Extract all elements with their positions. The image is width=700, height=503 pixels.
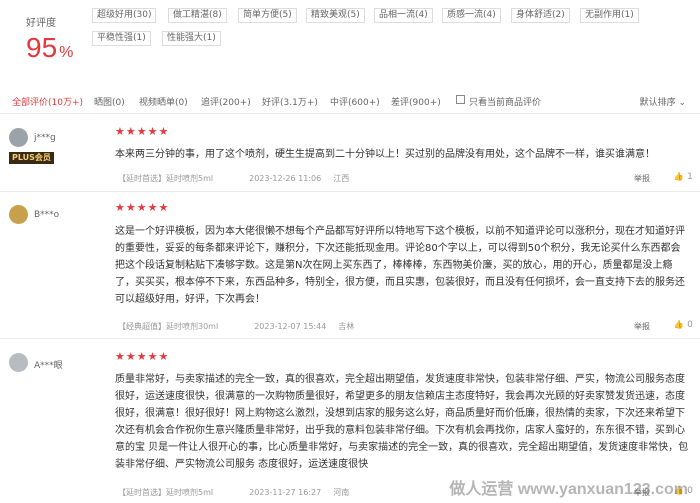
review-filter-bar: 全部评价(10万+) 晒图(0) 视频晒单(0) 追评(200+) 好评(3.1… bbox=[0, 90, 700, 114]
review-item: B***o ★★★★★ 这是一个好评模板，因为本大佬很懒不想每个产品都写好评所以… bbox=[0, 193, 700, 339]
watermark: 做人运营 www.yanxuan123.com bbox=[449, 481, 688, 498]
tag-chip[interactable]: 简单方便(5) bbox=[238, 8, 297, 23]
product-spec: 延时喷剂30ml bbox=[166, 322, 219, 331]
review-time: 2023-12-07 15:44 bbox=[254, 322, 327, 331]
tag-chip[interactable]: 品相一流(4) bbox=[374, 8, 433, 23]
report-link[interactable]: 举报 bbox=[634, 173, 650, 184]
review-content: 这是一个好评模板，因为本大佬很懒不想每个产品都写好评所以特地写下这个模板，以前不… bbox=[115, 226, 685, 305]
tag-chip[interactable]: 无副作用(1) bbox=[580, 8, 639, 23]
avatar[interactable] bbox=[9, 128, 28, 147]
avatar[interactable] bbox=[9, 353, 28, 372]
product-spec: 延时喷剂5ml bbox=[166, 174, 214, 183]
only-current-label[interactable]: 只看当前商品评价 bbox=[469, 95, 541, 108]
star-rating: ★★★★★ bbox=[115, 350, 170, 363]
product-tag: 【延时首选】 bbox=[118, 174, 166, 183]
product-tag: 【经典超值】 bbox=[118, 322, 166, 331]
review-time: 2023-12-26 11:06 bbox=[249, 174, 322, 183]
like-button[interactable]: 👍 0 bbox=[673, 320, 693, 330]
sort-dropdown[interactable]: 默认排序 ⌄ bbox=[640, 95, 686, 108]
filter-videos[interactable]: 视频晒单(0) bbox=[139, 95, 188, 108]
chevron-down-icon: ⌄ bbox=[678, 98, 686, 108]
plus-member-badge: PLUS会员 bbox=[9, 152, 54, 164]
tag-chip[interactable]: 超级好用(30) bbox=[92, 8, 157, 23]
filter-photos[interactable]: 晒图(0) bbox=[94, 95, 125, 108]
rating-value: 95% bbox=[26, 32, 74, 63]
review-meta: 【经典超值】延时喷剂30ml 2023-12-07 15:44 吉林 bbox=[118, 321, 366, 332]
product-tag: 【延时首选】 bbox=[118, 488, 166, 497]
tag-chip[interactable]: 性能强大(1) bbox=[162, 31, 221, 46]
review-item: j***g PLUS会员 ★★★★★ 本来两三分钟的事，用了这个喷剂，硬生生提高… bbox=[0, 115, 700, 192]
review-content: 质量非常好，与卖家描述的完全一致，真的很喜欢，完全超出期望值，发货速度非常快，包… bbox=[115, 374, 689, 470]
thumbs-up-icon: 👍 bbox=[673, 172, 684, 182]
tag-chip[interactable]: 做工精湛(8) bbox=[168, 8, 227, 23]
product-spec: 延时喷剂5ml bbox=[166, 488, 214, 497]
filter-neutral[interactable]: 中评(600+) bbox=[330, 95, 380, 108]
rating-label: 好评度 bbox=[26, 18, 56, 29]
filter-all[interactable]: 全部评价(10万+) bbox=[12, 95, 83, 108]
tag-chip[interactable]: 精致美观(5) bbox=[306, 8, 365, 23]
tag-chip[interactable]: 平稳性强(1) bbox=[92, 31, 151, 46]
username[interactable]: B***o bbox=[34, 210, 59, 220]
filter-positive[interactable]: 好评(3.1万+) bbox=[262, 95, 318, 108]
filter-negative[interactable]: 差评(900+) bbox=[391, 95, 441, 108]
username[interactable]: j***g bbox=[34, 133, 56, 143]
review-meta: 【延时首选】延时喷剂5ml 2023-12-26 11:06 江西 bbox=[118, 173, 361, 184]
rating-summary: 好评度 95% 超级好用(30) 做工精湛(8) 简单方便(5) 精致美观(5)… bbox=[0, 0, 700, 80]
tag-chip[interactable]: 质感一流(4) bbox=[442, 8, 501, 23]
review-location: 河南 bbox=[333, 488, 350, 497]
only-current-checkbox[interactable] bbox=[456, 95, 465, 104]
thumbs-up-icon: 👍 bbox=[673, 320, 684, 330]
username[interactable]: A***眼 bbox=[34, 358, 63, 371]
tag-chip[interactable]: 身体舒适(2) bbox=[511, 8, 570, 23]
star-rating: ★★★★★ bbox=[115, 125, 170, 138]
review-location: 江西 bbox=[333, 174, 350, 183]
filter-followup[interactable]: 追评(200+) bbox=[201, 95, 251, 108]
star-rating: ★★★★★ bbox=[115, 201, 170, 214]
report-link[interactable]: 举报 bbox=[634, 321, 650, 332]
review-location: 吉林 bbox=[338, 322, 355, 331]
like-button[interactable]: 👍 1 bbox=[673, 172, 693, 182]
review-content: 本来两三分钟的事，用了这个喷剂，硬生生提高到二十分钟以上！买过别的品牌没有用处，… bbox=[115, 149, 655, 160]
avatar[interactable] bbox=[9, 205, 28, 224]
review-meta: 【延时首选】延时喷剂5ml 2023-11-27 16:27 河南 bbox=[118, 487, 361, 498]
review-time: 2023-11-27 16:27 bbox=[249, 488, 322, 497]
